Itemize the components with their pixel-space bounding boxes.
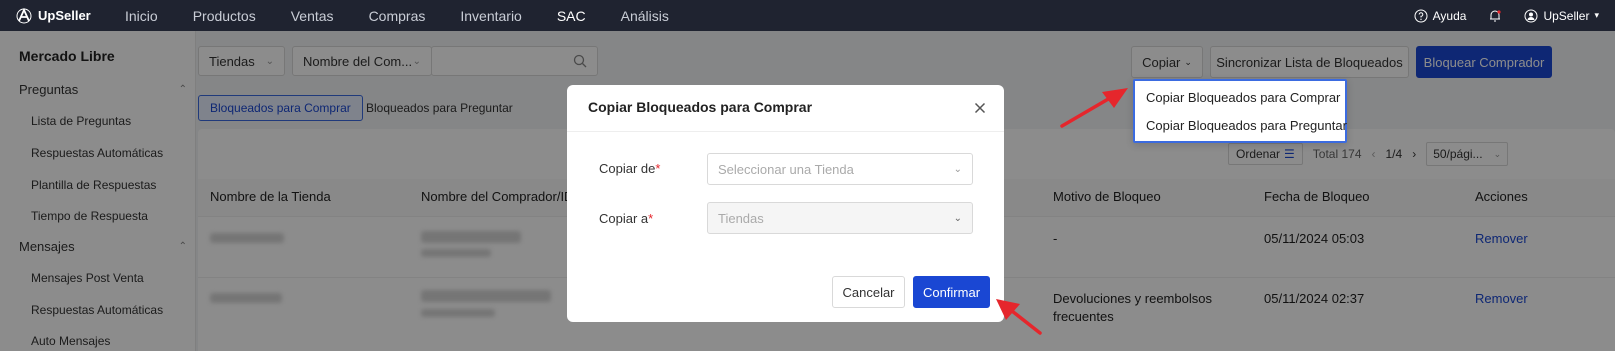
- top-navbar: UpSeller Inicio Productos Ventas Compras…: [0, 0, 1615, 31]
- chevron-down-icon: ▾: [1594, 10, 1599, 20]
- copy-from-placeholder: Seleccionar una Tienda: [718, 161, 854, 177]
- nav-ventas[interactable]: Ventas: [291, 8, 334, 24]
- copy-from-select[interactable]: Seleccionar una Tienda ⌄: [707, 153, 973, 185]
- brand-name: UpSeller: [38, 8, 91, 23]
- chevron-down-icon: ⌄: [953, 163, 962, 175]
- nav-analisis[interactable]: Análisis: [621, 8, 669, 24]
- annotation-arrow-icon: [996, 299, 1042, 335]
- notifications-button[interactable]: [1488, 9, 1502, 23]
- confirm-button[interactable]: Confirmar: [913, 276, 990, 308]
- user-avatar-icon: [1524, 9, 1538, 22]
- copy-to-label: Copiar a*: [599, 211, 653, 226]
- chevron-down-icon: ⌄: [953, 212, 962, 224]
- user-menu[interactable]: UpSeller ▾: [1524, 9, 1599, 23]
- bell-icon: [1490, 9, 1502, 21]
- menu-item-copy-preguntar[interactable]: Copiar Bloqueados para Preguntar: [1146, 118, 1347, 133]
- copy-from-label: Copiar de*: [599, 161, 660, 176]
- help-link[interactable]: Ayuda: [1414, 8, 1467, 23]
- menu-item-copy-comprar[interactable]: Copiar Bloqueados para Comprar: [1146, 90, 1340, 105]
- help-circle-icon: [1414, 9, 1428, 22]
- copy-dropdown-menu: Copiar Bloqueados para Comprar Copiar Bl…: [1133, 79, 1347, 143]
- close-icon[interactable]: [972, 100, 988, 116]
- cancel-button[interactable]: Cancelar: [832, 276, 905, 308]
- help-label: Ayuda: [1432, 8, 1467, 23]
- required-mark: *: [655, 161, 661, 176]
- copy-modal: Copiar Bloqueados para Comprar Copiar de…: [567, 85, 1004, 322]
- modal-title: Copiar Bloqueados para Comprar: [588, 99, 813, 115]
- copy-to-value: Tiendas: [718, 210, 764, 226]
- brand-logo[interactable]: UpSeller: [0, 7, 128, 24]
- nav-compras[interactable]: Compras: [369, 8, 426, 24]
- nav-sac[interactable]: SAC: [557, 8, 586, 24]
- copy-to-select: Tiendas ⌄: [707, 202, 973, 234]
- annotation-arrow-icon: [1060, 88, 1128, 128]
- modal-header: Copiar Bloqueados para Comprar: [567, 85, 1004, 132]
- required-mark: *: [648, 211, 654, 226]
- copy-to-text: Copiar a: [599, 211, 649, 226]
- copy-from-text: Copiar de: [599, 161, 656, 176]
- nav-inicio[interactable]: Inicio: [125, 8, 158, 24]
- nav-inventario[interactable]: Inventario: [460, 8, 521, 24]
- nav-productos[interactable]: Productos: [193, 8, 256, 24]
- upseller-logo-icon: [16, 7, 32, 23]
- user-name: UpSeller: [1543, 8, 1590, 23]
